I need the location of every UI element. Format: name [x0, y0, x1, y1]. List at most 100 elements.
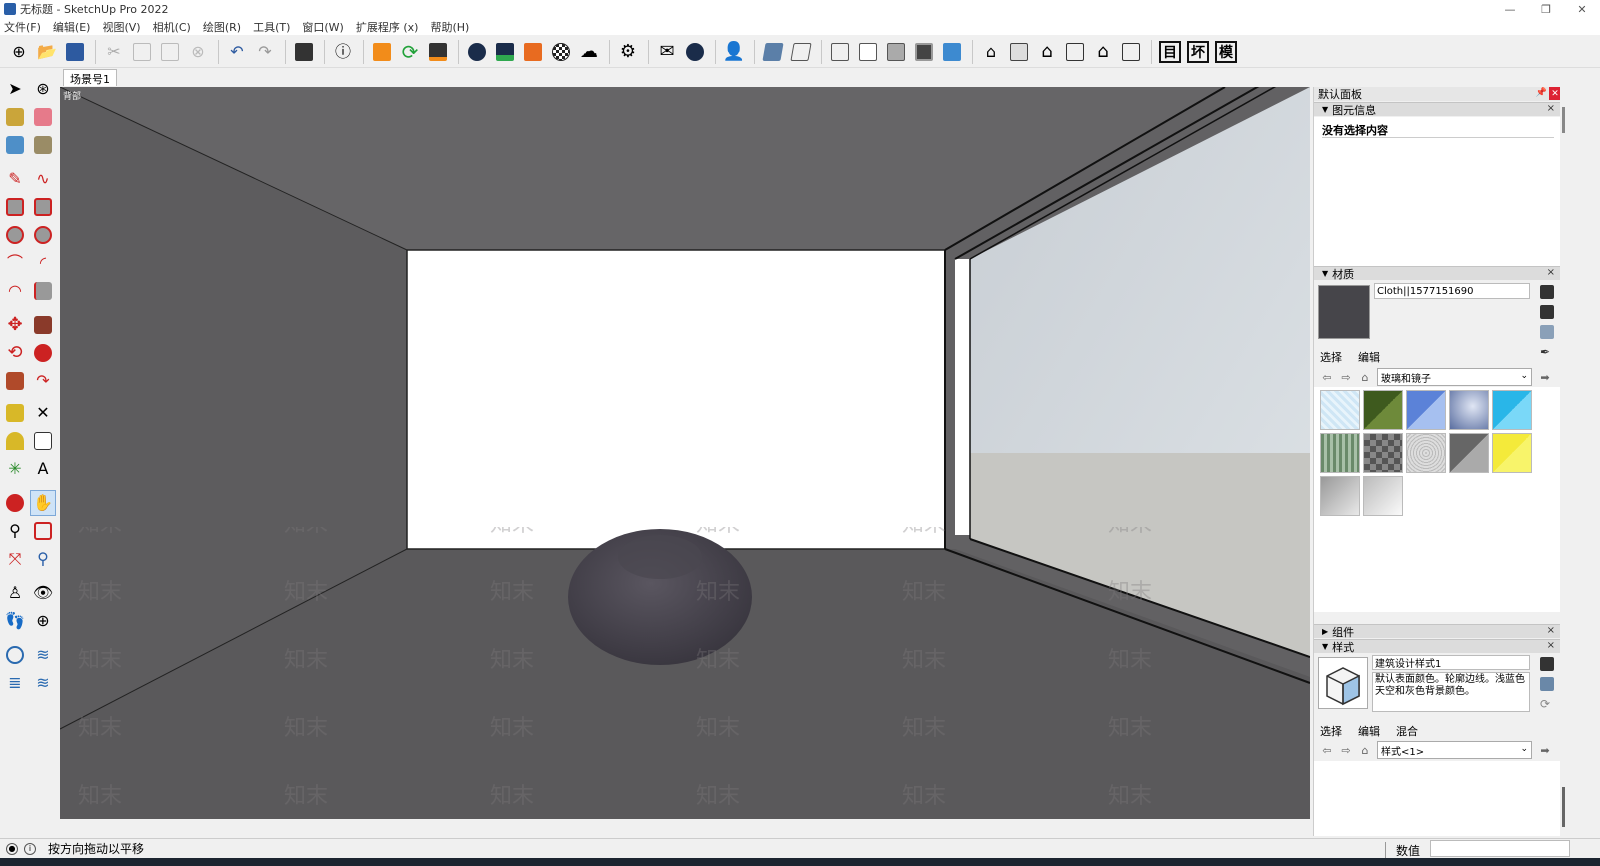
zoom-tool[interactable]: ⚲: [2, 518, 28, 544]
text-button-3[interactable]: 模: [1213, 39, 1239, 65]
text-tool[interactable]: [30, 428, 56, 454]
circle-tool[interactable]: [2, 222, 28, 248]
three-point-arc-tool[interactable]: ◠: [2, 278, 28, 304]
style-description-field[interactable]: 默认表面颜色。轮廓边线。浅蓝色天空和灰色背景颜色。: [1372, 672, 1530, 712]
dimension-tool[interactable]: ✕: [30, 400, 56, 426]
cut-button[interactable]: ✂: [101, 39, 127, 65]
xray-button[interactable]: [827, 39, 853, 65]
mail-button[interactable]: ✉: [654, 39, 680, 65]
paint-bucket-tool[interactable]: [2, 104, 28, 130]
tape-measure-tool[interactable]: [2, 400, 28, 426]
previous-view-tool[interactable]: ⚲: [30, 546, 56, 572]
menu-view[interactable]: 视图(V): [102, 19, 140, 35]
eyedropper-icon[interactable]: ✒: [1540, 345, 1554, 359]
orbit-tool-2[interactable]: [2, 490, 28, 516]
menu-draw[interactable]: 绘图(R): [203, 19, 241, 35]
zoom-extents-tool[interactable]: ⤧: [2, 546, 28, 572]
measurements-input[interactable]: [1430, 840, 1570, 857]
rectangle-tool[interactable]: [2, 194, 28, 220]
material-swatch[interactable]: [1492, 433, 1532, 473]
entity-close-icon[interactable]: ×: [1547, 103, 1555, 114]
close-button[interactable]: ✕: [1564, 0, 1600, 18]
rotated-rectangle-tool[interactable]: [30, 194, 56, 220]
help-info-button[interactable]: [682, 39, 708, 65]
arc-tool[interactable]: ⌒: [2, 250, 28, 276]
material-swatch[interactable]: [1492, 390, 1532, 430]
material-library-select[interactable]: 玻璃和镜子 ⌄: [1377, 368, 1532, 386]
material-swatch[interactable]: [1363, 433, 1403, 473]
two-point-arc-tool[interactable]: ◜: [30, 250, 56, 276]
cloud-upload-button[interactable]: ☁: [576, 39, 602, 65]
forward-arrow-icon[interactable]: ⇨: [1339, 370, 1353, 384]
move-tool[interactable]: ✥: [2, 312, 28, 338]
sandbox-tool-1[interactable]: [2, 642, 28, 668]
menu-camera[interactable]: 相机(C): [153, 19, 191, 35]
details-arrow-icon[interactable]: ➡: [1538, 370, 1552, 384]
menu-extensions[interactable]: 扩展程序 (x): [356, 19, 419, 35]
account-button[interactable]: 👤: [721, 39, 747, 65]
material-swatch[interactable]: [1406, 433, 1446, 473]
text-button-1[interactable]: 目: [1157, 39, 1183, 65]
view-front-button[interactable]: ⌂: [1034, 39, 1060, 65]
forward-arrow-icon[interactable]: ⇨: [1339, 743, 1353, 757]
eraser-tool[interactable]: [30, 104, 56, 130]
maximize-button[interactable]: ❐: [1528, 0, 1564, 18]
position-camera-tool[interactable]: ♙: [2, 580, 28, 606]
styles-tab-select[interactable]: 选择: [1320, 723, 1342, 739]
menu-window[interactable]: 窗口(W): [302, 19, 343, 35]
model-viewport[interactable]: 知末: [60, 87, 1310, 819]
copy-button[interactable]: [129, 39, 155, 65]
sandbox-tool-4[interactable]: ≋: [30, 670, 56, 696]
terrain-button[interactable]: [520, 39, 546, 65]
material-swatch[interactable]: [1320, 433, 1360, 473]
3d-text-tool[interactable]: A: [30, 456, 56, 482]
erase-button[interactable]: ⊗: [185, 39, 211, 65]
geo-location-icon[interactable]: ●: [6, 842, 18, 855]
material-swatch[interactable]: [1406, 390, 1446, 430]
style-thumbnail[interactable]: [1318, 657, 1368, 709]
minimize-button[interactable]: —: [1492, 0, 1528, 18]
styles-close-icon[interactable]: ×: [1547, 640, 1555, 651]
section-plane-tool[interactable]: ⊕: [30, 608, 56, 634]
material-swatch[interactable]: [1363, 390, 1403, 430]
view-iso-house-button[interactable]: ⌂: [978, 39, 1004, 65]
material-swatch[interactable]: [1320, 476, 1360, 516]
follow-me-tool[interactable]: [30, 340, 56, 366]
default-material-icon[interactable]: [1540, 325, 1554, 339]
open-file-button[interactable]: 📂: [34, 39, 60, 65]
current-material-swatch[interactable]: [1318, 285, 1370, 339]
sandbox-tool-3[interactable]: ≣: [2, 670, 28, 696]
hidden-line-button[interactable]: [855, 39, 881, 65]
components-header[interactable]: ▶ 组件 ×: [1314, 624, 1561, 639]
menu-tools[interactable]: 工具(T): [253, 19, 290, 35]
look-around-tool[interactable]: 👁: [30, 580, 56, 606]
update-style-icon[interactable]: [1540, 657, 1554, 671]
scroll-thumb-bottom[interactable]: [1562, 787, 1565, 827]
material-swatch[interactable]: [1363, 476, 1403, 516]
create-style-icon[interactable]: [1540, 677, 1554, 691]
walk-tool[interactable]: 👣: [2, 608, 28, 634]
menu-edit[interactable]: 编辑(E): [53, 19, 91, 35]
line-tool[interactable]: ✎: [2, 166, 28, 192]
transfer-button[interactable]: [425, 39, 451, 65]
home-icon[interactable]: ⌂: [1358, 743, 1372, 757]
push-pull-tool[interactable]: [30, 312, 56, 338]
materials-header[interactable]: ▼ 材质 ×: [1314, 266, 1561, 281]
model-info-button[interactable]: ⓘ: [330, 39, 356, 65]
info-status-icon[interactable]: i: [24, 842, 36, 855]
pan-tool[interactable]: ✋: [30, 490, 56, 516]
scroll-thumb-top[interactable]: [1562, 107, 1565, 133]
make-component-tool[interactable]: [2, 132, 28, 158]
view-wire-button[interactable]: [788, 39, 814, 65]
print-button[interactable]: [291, 39, 317, 65]
save-button[interactable]: [62, 39, 88, 65]
material-swatch[interactable]: [1449, 390, 1489, 430]
shaded-button[interactable]: [883, 39, 909, 65]
material-name-field[interactable]: Cloth||1577151690: [1374, 283, 1530, 299]
warehouse-button[interactable]: [492, 39, 518, 65]
display-secondary-icon[interactable]: [1540, 285, 1554, 299]
components-close-icon[interactable]: ×: [1547, 625, 1555, 636]
offset-tool[interactable]: ↷: [30, 368, 56, 394]
back-arrow-icon[interactable]: ⇦: [1320, 370, 1334, 384]
view-right-button[interactable]: [1062, 39, 1088, 65]
